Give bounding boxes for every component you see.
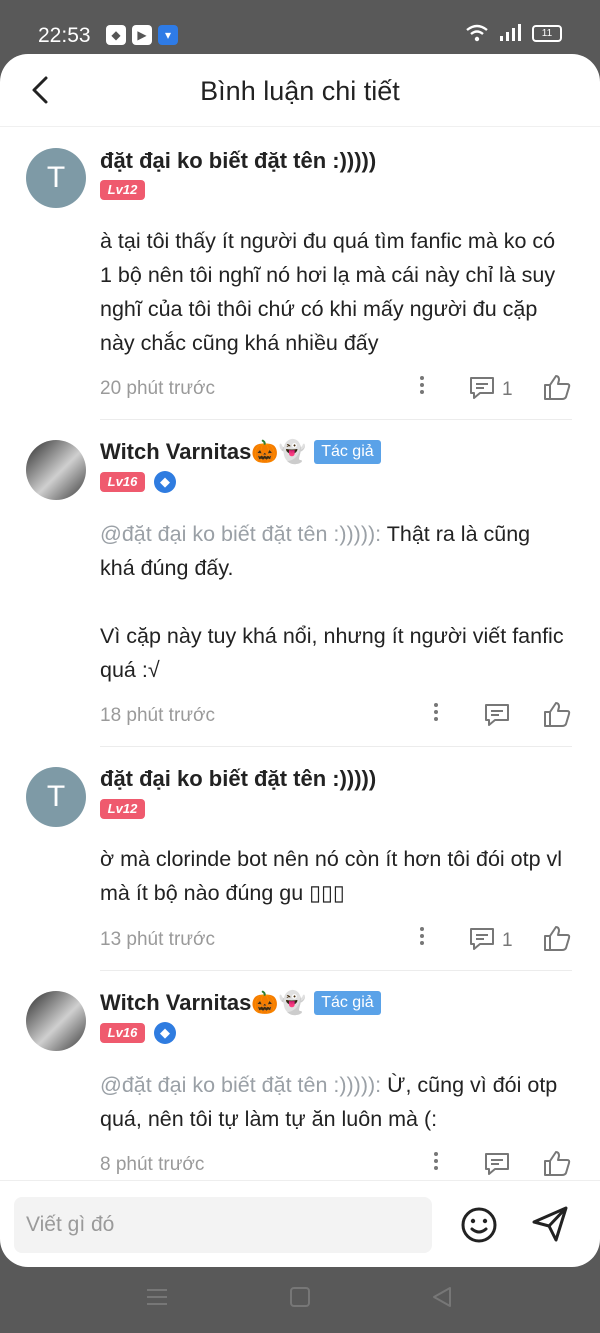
- comment-icon[interactable]: [468, 375, 496, 401]
- mention-link[interactable]: @đặt đại ko biết đặt tên :))))):: [100, 1073, 381, 1097]
- comment-text: ờ mà clorinde bot nên nó còn ít hơn tôi …: [100, 847, 563, 905]
- divider: [100, 746, 572, 747]
- more-vertical-icon[interactable]: [412, 373, 432, 401]
- comment-text: @đặt đại ko biết đặt tên :))))): Thật ra…: [100, 517, 570, 687]
- comment-input[interactable]: [14, 1197, 432, 1253]
- avatar[interactable]: [26, 991, 86, 1051]
- send-icon[interactable]: [530, 1205, 570, 1243]
- mention-link[interactable]: @đặt đại ko biết đặt tên :))))):: [100, 522, 381, 546]
- more-vertical-icon[interactable]: [426, 700, 446, 728]
- app-icon: ▾: [158, 25, 178, 45]
- more-vertical-icon[interactable]: [412, 924, 432, 952]
- comment-icon[interactable]: [483, 702, 511, 728]
- signal-icon: [500, 24, 521, 41]
- level-badge: Lv16: [100, 472, 145, 492]
- comment-detail-sheet: Bình luận chi tiết T đặt đại ko biết đặt…: [0, 54, 600, 1267]
- wifi-icon: [466, 24, 488, 42]
- level-badge: Lv12: [100, 799, 145, 819]
- author-name: Witch Varnitas🎃👻: [100, 990, 307, 1015]
- thumbs-up-icon[interactable]: [542, 1149, 572, 1177]
- comment-time: 18 phút trước: [100, 705, 215, 726]
- avatar[interactable]: T: [26, 148, 86, 208]
- status-bar: 22:53 ◆ ▶ ▾ 11: [0, 0, 600, 56]
- battery-icon: 11: [532, 24, 562, 42]
- comment-icon[interactable]: [468, 926, 496, 952]
- comment-composer: [0, 1180, 600, 1267]
- level-badge: Lv16: [100, 1023, 145, 1043]
- level-badge: Lv12: [100, 180, 145, 200]
- thumbs-up-icon[interactable]: [542, 373, 572, 401]
- author-badge: Tác giả: [314, 440, 381, 464]
- system-nav-bar: [0, 1267, 600, 1333]
- more-vertical-icon[interactable]: [426, 1149, 446, 1177]
- comment-author[interactable]: Witch Varnitas🎃👻 Tác giả: [100, 439, 381, 465]
- divider: [100, 419, 572, 420]
- comment-author[interactable]: đặt đại ko biết đặt tên :))))): [100, 148, 376, 174]
- shield-icon: ◆: [154, 1022, 176, 1044]
- comment-author[interactable]: đặt đại ko biết đặt tên :))))): [100, 766, 376, 792]
- comment-time: 8 phút trước: [100, 1154, 205, 1175]
- comment-time: 13 phút trước: [100, 929, 215, 950]
- back-nav-icon[interactable]: [430, 1285, 454, 1309]
- comment-text-paragraph: Vì cặp này tuy khá nổi, nhưng ít người v…: [100, 624, 564, 682]
- page-title: Bình luận chi tiết: [200, 76, 400, 106]
- avatar[interactable]: [26, 440, 86, 500]
- menu-icon[interactable]: [145, 1285, 169, 1309]
- game-icon: ◆: [106, 25, 126, 45]
- divider: [100, 970, 572, 971]
- comment-text: @đặt đại ko biết đặt tên :))))): Ừ, cũng…: [100, 1073, 558, 1131]
- home-icon[interactable]: [288, 1285, 312, 1309]
- thumbs-up-icon[interactable]: [542, 924, 572, 952]
- header: Bình luận chi tiết: [0, 54, 600, 127]
- comment-author[interactable]: Witch Varnitas🎃👻 Tác giả: [100, 990, 381, 1016]
- shield-icon: ◆: [154, 471, 176, 493]
- reply-count: 1: [502, 379, 513, 400]
- smile-icon[interactable]: [460, 1206, 498, 1244]
- avatar[interactable]: T: [26, 767, 86, 827]
- status-time: 22:53: [38, 24, 91, 47]
- reply-count: 1: [502, 930, 513, 951]
- comment-time: 20 phút trước: [100, 378, 215, 399]
- author-name: Witch Varnitas🎃👻: [100, 439, 307, 464]
- comment-icon[interactable]: [483, 1151, 511, 1177]
- thumbs-up-icon[interactable]: [542, 700, 572, 728]
- author-badge: Tác giả: [314, 991, 381, 1015]
- video-icon: ▶: [132, 25, 152, 45]
- notification-icons: ◆ ▶ ▾: [106, 25, 178, 45]
- system-icons: 11: [466, 24, 562, 42]
- comment-text: à tại tôi thấy ít người đu quá tìm fanfi…: [100, 229, 556, 355]
